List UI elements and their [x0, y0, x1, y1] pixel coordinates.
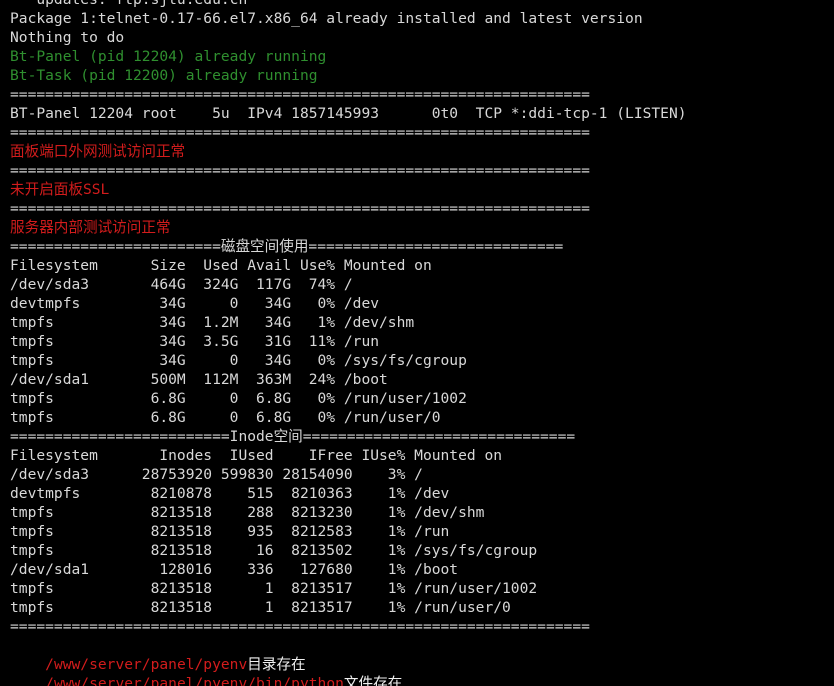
terminal-window[interactable]: * updates: ftp.sjtu.edu.cnPackage 1:teln… [0, 0, 834, 686]
terminal-line: ========================================… [10, 618, 590, 635]
terminal-line: ========================================… [10, 162, 590, 179]
terminal-line: /dev/sda3 28753920 599830 28154090 3% / [10, 466, 423, 483]
terminal-line: 面板端口外网测试访问正常 [10, 143, 186, 160]
terminal-line: /dev/sda1 128016 336 127680 1% /boot [10, 561, 459, 578]
terminal-line: tmpfs 8213518 288 8213230 1% /dev/shm [10, 504, 485, 521]
terminal-line: tmpfs 6.8G 0 6.8G 0% /run/user/1002 [10, 390, 467, 407]
terminal-line: tmpfs 34G 1.2M 34G 1% /dev/shm [10, 314, 415, 331]
terminal-line: 未开启面板SSL [10, 181, 110, 198]
terminal-line: * updates: ftp.sjtu.edu.cn [10, 0, 247, 9]
python-file-path: /www/server/panel/pyenv/bin/python [45, 675, 344, 686]
terminal-line: devtmpfs 8210878 515 8210363 1% /dev [10, 485, 450, 502]
terminal-line: Nothing to do [10, 29, 125, 46]
terminal-line: Filesystem Inodes IUsed IFree IUse% Moun… [10, 447, 503, 464]
terminal-line: tmpfs 8213518 935 8212583 1% /run [10, 523, 450, 540]
terminal-line: tmpfs 8213518 1 8213517 1% /run/user/100… [10, 580, 538, 597]
terminal-line: tmpfs 34G 3.5G 31G 11% /run [10, 333, 380, 350]
terminal-line: devtmpfs 34G 0 34G 0% /dev [10, 295, 380, 312]
terminal-line: Filesystem Size Used Avail Use% Mounted … [10, 257, 432, 274]
terminal-line: tmpfs 8213518 16 8213502 1% /sys/fs/cgro… [10, 542, 538, 559]
python-file-line: /www/server/panel/pyenv/bin/python文件存在 [10, 655, 402, 686]
terminal-line: Bt-Panel (pid 12204) already running [10, 48, 327, 65]
terminal-line: BT-Panel 12204 root 5u IPv4 1857145993 0… [10, 105, 687, 122]
terminal-line: /dev/sda1 500M 112M 363M 24% /boot [10, 371, 388, 388]
terminal-line: /dev/sda3 464G 324G 117G 74% / [10, 276, 353, 293]
terminal-line: ========================磁盘空间使用==========… [10, 238, 564, 255]
terminal-line: tmpfs 8213518 1 8213517 1% /run/user/0 [10, 599, 511, 616]
terminal-line: ========================================… [10, 200, 590, 217]
python-file-status: 文件存在 [343, 675, 403, 686]
terminal-line: ========================================… [10, 86, 590, 103]
terminal-line: Package 1:telnet-0.17-66.el7.x86_64 alre… [10, 10, 643, 27]
terminal-line: ========================================… [10, 124, 590, 141]
pyenv-dir-line: /www/server/panel/pyenv目录存在 [10, 636, 305, 673]
terminal-line: tmpfs 6.8G 0 6.8G 0% /run/user/0 [10, 409, 441, 426]
terminal-line: Bt-Task (pid 12200) already running [10, 67, 318, 84]
terminal-line: 服务器内部测试访问正常 [10, 219, 171, 236]
terminal-line: tmpfs 34G 0 34G 0% /sys/fs/cgroup [10, 352, 467, 369]
terminal-line: =========================Inode空间========… [10, 428, 576, 445]
